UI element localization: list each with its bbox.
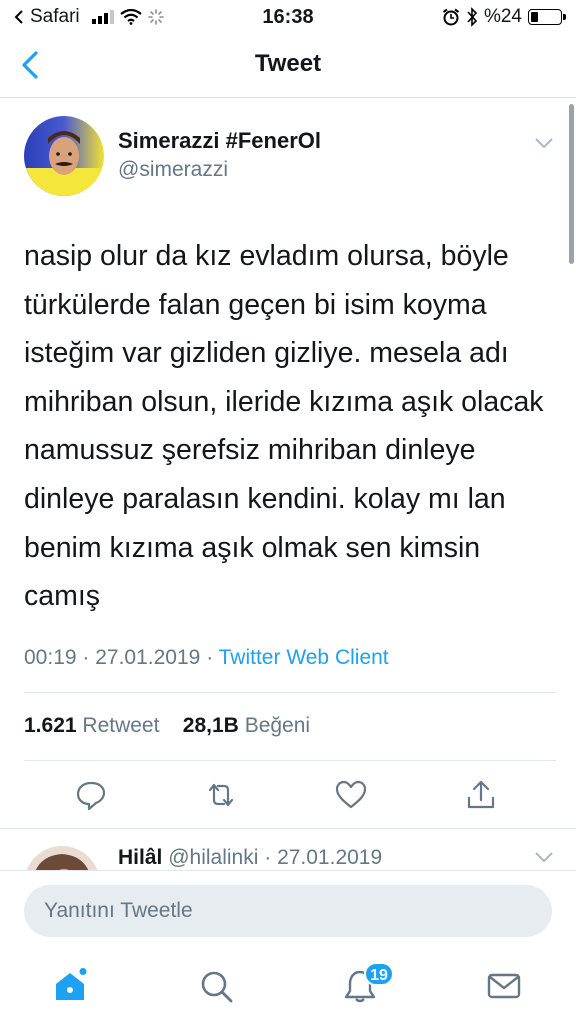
wifi-icon [119, 9, 142, 25]
bluetooth-icon [467, 7, 478, 27]
status-left: Safari [14, 6, 164, 28]
meta-separator: · [82, 646, 96, 669]
tweet-actions [0, 778, 576, 814]
like-stat[interactable]: 28,1B Beğeni [183, 714, 310, 737]
alarm-clock-icon [442, 8, 460, 26]
tweet-metadata: 00:19 · 27.01.2019 · Twitter Web Client [24, 646, 389, 670]
tweet-stats: 1.621 Retweet 28,1B Beğeni [24, 714, 310, 738]
cellular-signal-icon [91, 10, 114, 24]
like-count: 28,1B [182, 714, 239, 737]
reply-date: 27.01.2019 [277, 846, 383, 869]
reply-icon[interactable] [74, 778, 108, 812]
reply-input[interactable]: Yanıtını Tweetle [24, 885, 552, 937]
author-avatar[interactable] [24, 116, 104, 196]
retweet-stat[interactable]: 1.621 Retweet [24, 714, 159, 737]
messages-envelope-icon[interactable] [486, 968, 522, 1004]
author-name[interactable]: Simerazzi #FenerOl [118, 128, 321, 154]
share-icon[interactable] [464, 778, 498, 812]
avatar-image [24, 116, 104, 196]
meta-separator: · [264, 846, 278, 869]
retweet-label: Retweet [82, 714, 160, 737]
divider [24, 760, 556, 761]
activity-spinner-icon [147, 9, 164, 25]
carrier-label[interactable]: Safari [30, 6, 80, 28]
tweet-date: 27.01.2019 [95, 646, 201, 669]
status-bar: Safari 16:38 %24 [0, 0, 576, 34]
tweet-text: nasip olur da kız evladım olursa, böyle … [24, 240, 544, 613]
meta-separator: · [206, 646, 219, 669]
search-icon[interactable] [198, 968, 234, 1004]
retweet-icon[interactable] [204, 778, 238, 812]
chevron-down-icon[interactable] [534, 136, 554, 150]
divider [24, 692, 556, 693]
author-handle[interactable]: @simerazzi [118, 158, 228, 182]
reply-author-name[interactable]: Hilâl [118, 846, 162, 869]
tab-bar [0, 954, 576, 1024]
chevron-down-icon[interactable] [534, 850, 554, 864]
tweet-client-link[interactable]: Twitter Web Client [219, 646, 389, 669]
reply-composer-bar: Yanıtını Tweetle [0, 870, 576, 954]
like-label: Beğeni [244, 714, 311, 737]
notification-badge: 19 [364, 962, 394, 986]
page-title: Tweet [254, 50, 322, 77]
reply-separator [0, 828, 576, 829]
reply-header: Hilâl @hilalinki · 27.01.2019 [118, 846, 382, 870]
retweet-count: 1.621 [24, 714, 77, 737]
battery-icon [528, 9, 566, 25]
battery-percent: %24 [483, 6, 522, 27]
status-right: %24 [442, 6, 566, 28]
battery-fill [531, 12, 538, 22]
back-to-app-icon[interactable] [14, 10, 24, 24]
home-icon[interactable] [52, 968, 88, 1004]
scroll-indicator[interactable] [569, 104, 574, 264]
like-heart-icon[interactable] [334, 778, 368, 812]
tweet-time: 00:19 [24, 646, 77, 669]
navigation-bar: Tweet [0, 34, 576, 98]
reply-author-handle[interactable]: @hilalinki [168, 846, 258, 869]
